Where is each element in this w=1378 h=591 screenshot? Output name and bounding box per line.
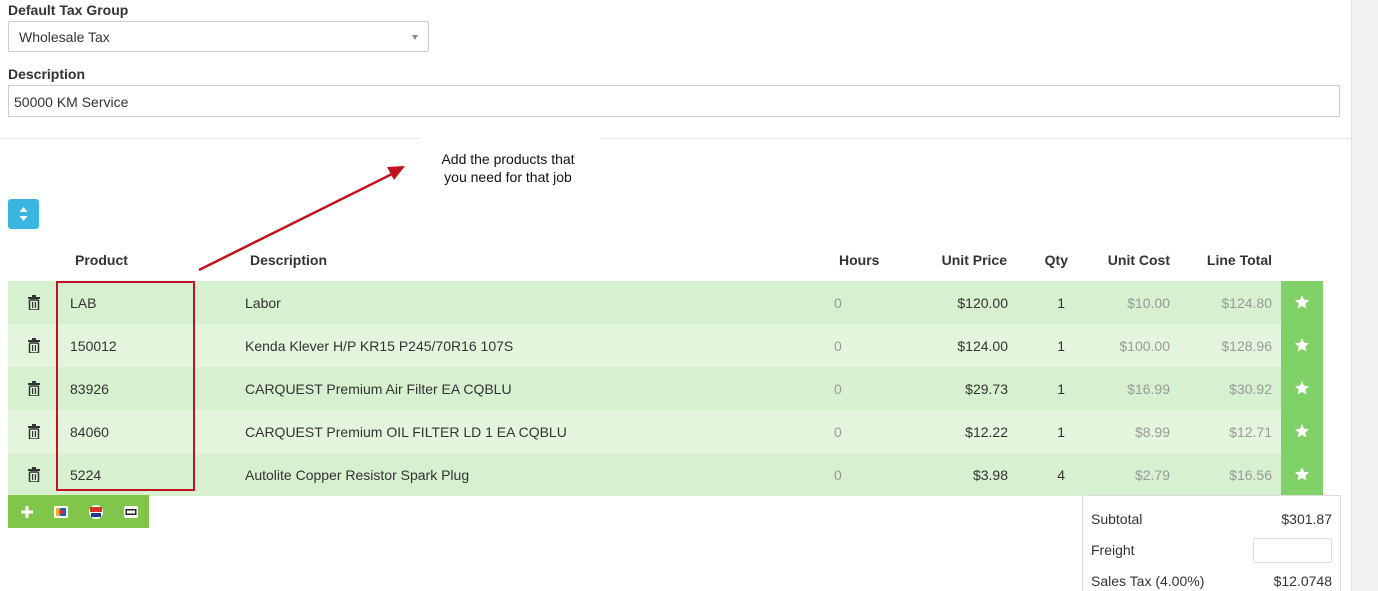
star-icon [1294,338,1310,352]
line-total-cell: $16.56 [1229,467,1272,483]
column-header-hours[interactable]: Hours [839,252,879,268]
favorite-button[interactable] [1281,281,1323,324]
hours-cell[interactable]: 0 [834,424,842,440]
product-column-highlight [56,281,195,491]
hours-cell[interactable]: 0 [834,381,842,397]
annotation-callout: Add the products that you need for that … [418,150,598,186]
qty-cell[interactable]: 1 [1057,381,1065,397]
trash-icon[interactable] [27,467,41,482]
unit-price-cell[interactable]: $29.73 [965,381,1008,397]
totals-panel: Subtotal $301.87 Freight Sales Tax (4.00… [1082,495,1341,591]
qty-cell[interactable]: 1 [1057,338,1065,354]
line-total-cell: $12.71 [1229,424,1272,440]
favorite-button[interactable] [1281,410,1323,453]
table-row: 83926 CARQUEST Premium Air Filter EA CQB… [8,367,1281,410]
subtotal-label: Subtotal [1091,511,1143,527]
trash-icon[interactable] [27,338,41,353]
freight-label: Freight [1091,542,1135,558]
plus-icon[interactable] [19,504,35,520]
catalog-icon[interactable] [53,504,69,520]
scrollbar-track[interactable] [1351,0,1378,591]
unit-cost-cell: $16.99 [1127,381,1170,397]
favorite-button[interactable] [1281,324,1323,367]
callout-line-1: Add the products that [441,151,575,167]
star-icon [1294,381,1310,395]
hours-cell[interactable]: 0 [834,467,842,483]
qty-cell[interactable]: 1 [1057,295,1065,311]
unit-price-cell[interactable]: $3.98 [973,467,1008,483]
unit-cost-cell: $10.00 [1127,295,1170,311]
description-cell[interactable]: Kenda Klever H/P KR15 P245/70R16 107S [245,338,513,354]
table-row: 84060 CARQUEST Premium OIL FILTER LD 1 E… [8,410,1281,453]
sales-tax-value: $12.0748 [1273,573,1332,589]
freight-input[interactable] [1253,538,1332,563]
sales-tax-label: Sales Tax (4.00%) [1091,573,1205,589]
trash-icon[interactable] [27,381,41,396]
parts-lookup-icon[interactable] [88,504,104,520]
qty-cell[interactable]: 1 [1057,424,1065,440]
column-header-unit-cost[interactable]: Unit Cost [1108,252,1170,268]
table-row: 150012 Kenda Klever H/P KR15 P245/70R16 … [8,324,1281,367]
unit-cost-cell: $2.79 [1134,467,1170,483]
column-header-unit-price[interactable]: Unit Price [942,252,1007,268]
hours-cell[interactable]: 0 [834,295,842,311]
line-total-cell: $30.92 [1229,381,1272,397]
favorite-button[interactable] [1281,367,1323,410]
line-total-cell: $128.96 [1221,338,1272,354]
trash-icon[interactable] [27,295,41,310]
unit-price-cell[interactable]: $12.22 [965,424,1008,440]
favorite-button[interactable] [1281,453,1323,496]
description-cell[interactable]: Autolite Copper Resistor Spark Plug [245,467,469,483]
line-item-toolbar [8,495,149,528]
qty-cell[interactable]: 4 [1057,467,1065,483]
star-icon [1294,467,1310,481]
unit-cost-cell: $100.00 [1119,338,1170,354]
description-cell[interactable]: Labor [245,295,281,311]
star-icon [1294,424,1310,438]
unit-cost-cell: $8.99 [1134,424,1170,440]
callout-line-2: you need for that job [444,169,572,185]
unit-price-cell[interactable]: $124.00 [957,338,1008,354]
column-header-line-total[interactable]: Line Total [1207,252,1272,268]
table-row: LAB Labor 0 $120.00 1 $10.00 $124.80 [8,281,1281,324]
annotation-arrow [198,166,405,272]
table-row: 5224 Autolite Copper Resistor Spark Plug… [8,453,1281,496]
line-total-cell: $124.80 [1221,295,1272,311]
column-header-qty[interactable]: Qty [1045,252,1068,268]
description-cell[interactable]: CARQUEST Premium Air Filter EA CQBLU [245,381,512,397]
description-cell[interactable]: CARQUEST Premium OIL FILTER LD 1 EA CQBL… [245,424,567,440]
unit-price-cell[interactable]: $120.00 [957,295,1008,311]
supplier-icon[interactable] [123,504,139,520]
trash-icon[interactable] [27,424,41,439]
hours-cell[interactable]: 0 [834,338,842,354]
subtotal-value: $301.87 [1281,511,1332,527]
star-icon [1294,295,1310,309]
